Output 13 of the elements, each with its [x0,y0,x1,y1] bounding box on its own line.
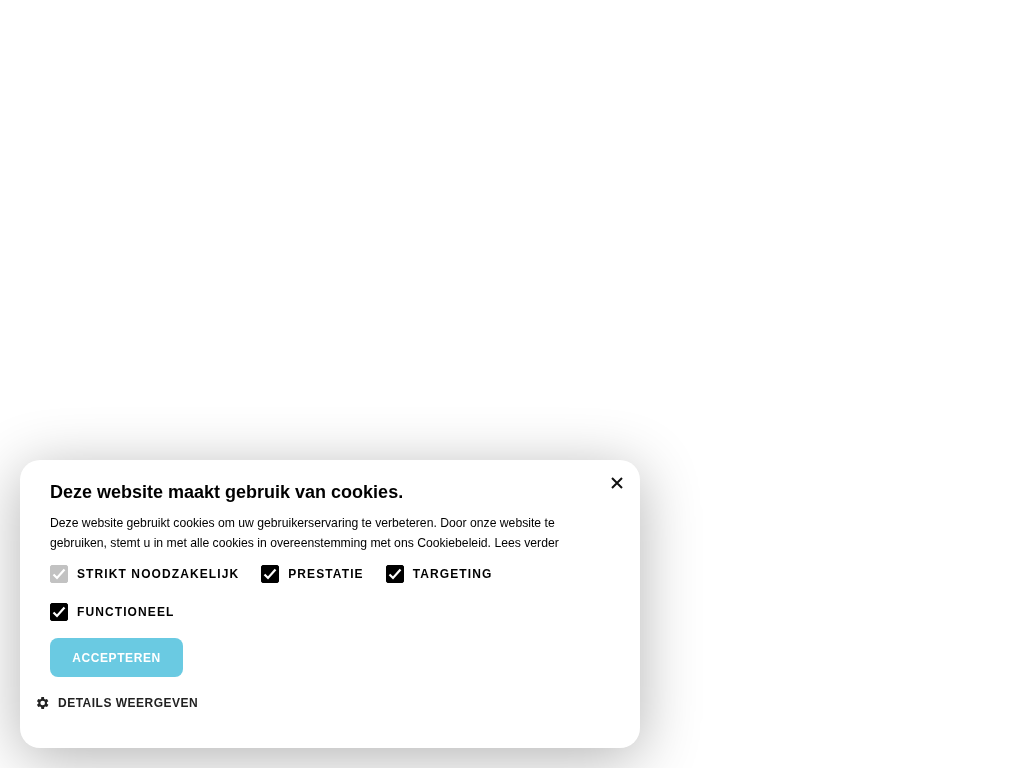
checkbox[interactable] [261,565,280,583]
checkbox-label: STRIKT NOODZAKELIJK [77,567,240,581]
checkbox-label: TARGETING [412,567,493,581]
checkbox-label: FUNCTIONEEL [77,605,175,619]
read-more-link[interactable]: Lees verder [494,536,559,550]
checkbox-label: PRESTATIE [288,567,364,581]
banner-text: Deze website gebruikt cookies om uw gebruikerservaring te verbeteren. Door onze website te gebruiken, stemt u in met alle cookies in overeenstemming met ons Cookiebeleid. Lees verder [50,515,560,552]
details-link[interactable]: DETAILS WEERGEVEN [58,696,199,710]
close-icon[interactable] [609,475,625,491]
banner-title: Deze website maakt gebruik van cookies. [50,482,405,503]
checkbox[interactable] [50,603,68,621]
settings-icon [34,695,50,711]
checkbox[interactable] [385,565,404,583]
